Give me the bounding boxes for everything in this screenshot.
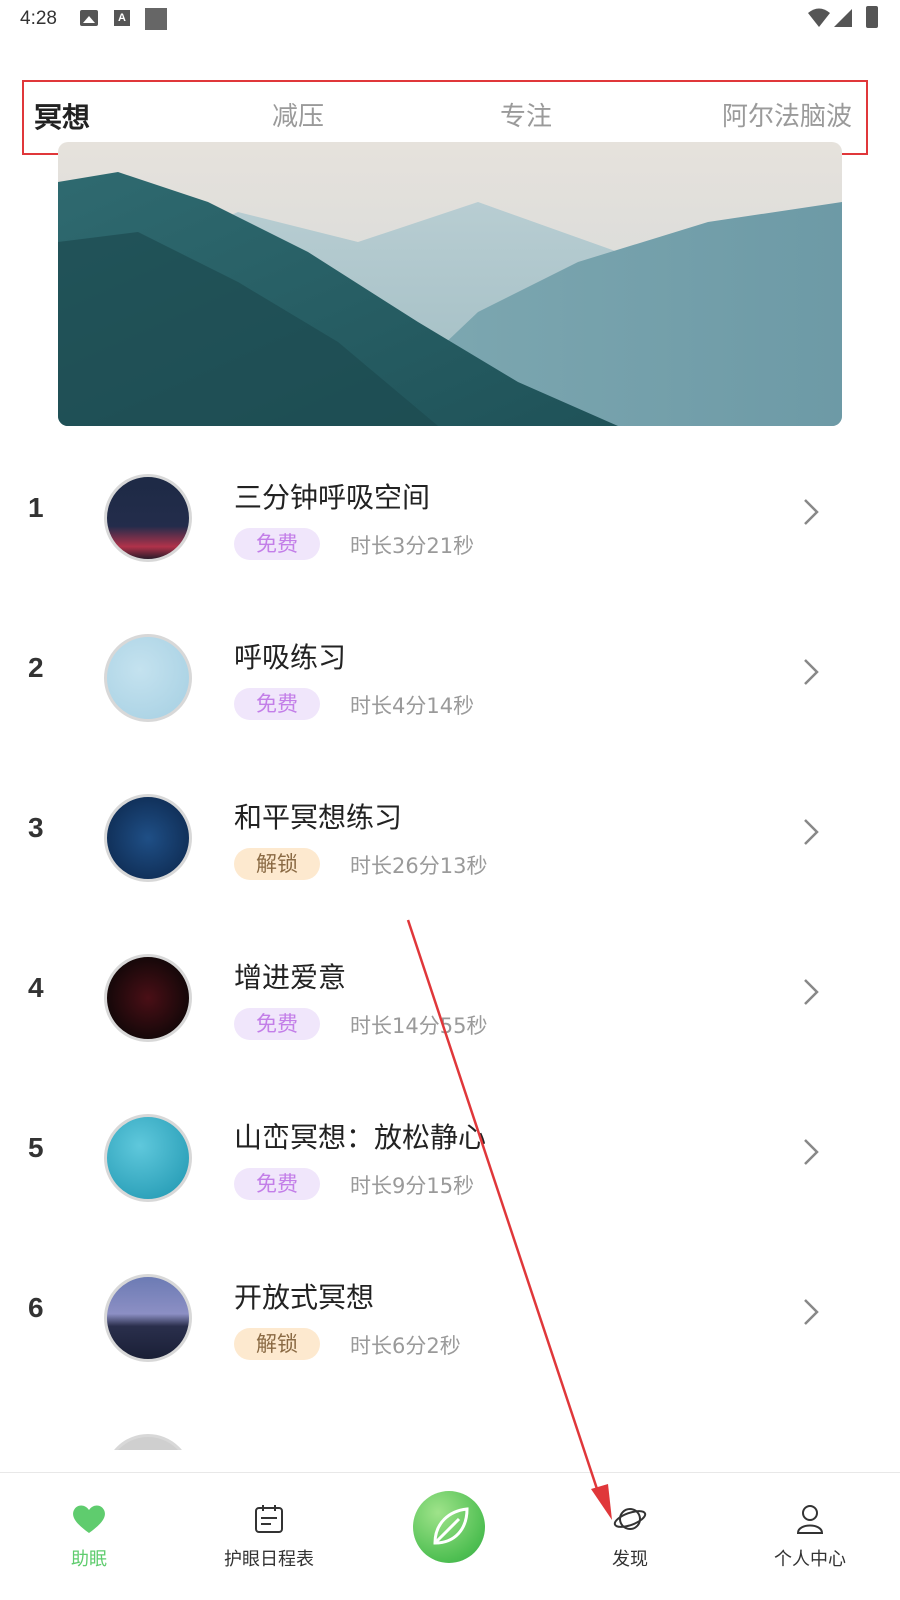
item-title: 三分钟呼吸空间 — [234, 481, 431, 514]
item-title: 增进爱意 — [234, 961, 347, 994]
thumbnail — [104, 1274, 192, 1362]
duration-text: 时长3分21秒 — [350, 534, 475, 558]
duration-text: 时长14分55秒 — [350, 1014, 488, 1038]
list-item[interactable]: 4 增进爱意 免费 时长14分55秒 — [0, 920, 900, 1080]
list-item[interactable]: 2 呼吸练习 免费 时长4分14秒 — [0, 600, 900, 760]
list-item-partial[interactable] — [0, 1400, 900, 1450]
status-badge: 免费 — [234, 528, 320, 560]
banner-image[interactable] — [58, 142, 842, 426]
battery-icon — [866, 6, 878, 28]
nav-eye-care-schedule[interactable]: 护眼日程表 — [204, 1503, 334, 1571]
forest-mountain-image — [58, 142, 842, 426]
list-item[interactable]: 1 三分钟呼吸空间 免费 时长3分21秒 — [0, 440, 900, 600]
rank-number: 2 — [28, 652, 44, 683]
nav-discover[interactable]: 发现 — [565, 1503, 695, 1571]
cell-signal-icon — [834, 9, 852, 27]
tab-alpha-waves[interactable]: 阿尔法脑波 — [722, 96, 852, 133]
rank-number: 1 — [28, 492, 44, 523]
nav-label: 助眠 — [71, 1549, 107, 1570]
list-item[interactable]: 3 和平冥想练习 解锁 时长26分13秒 — [0, 760, 900, 920]
thumbnail — [104, 794, 192, 882]
nav-label: 护眼日程表 — [224, 1549, 314, 1570]
thumbnail — [104, 954, 192, 1042]
tab-meditation[interactable]: 冥想 — [34, 96, 90, 136]
chevron-right-icon — [804, 659, 819, 685]
status-bar: 4:28 A — [0, 0, 900, 40]
nav-label: 发现 — [612, 1549, 648, 1570]
chevron-right-icon — [804, 1299, 819, 1325]
tab-focus[interactable]: 专注 — [500, 96, 552, 133]
duration-text: 时长9分15秒 — [350, 1174, 475, 1198]
thumbnail — [104, 474, 192, 562]
thumbnail — [104, 1434, 192, 1450]
chevron-right-icon — [804, 979, 819, 1005]
tab-stress-relief[interactable]: 减压 — [272, 96, 324, 133]
person-icon — [796, 1505, 824, 1534]
chevron-right-icon — [804, 819, 819, 845]
status-time: 4:28 — [20, 8, 57, 29]
chevron-right-icon — [804, 499, 819, 525]
status-badge: 解锁 — [234, 1328, 320, 1360]
thumbnail — [104, 1114, 192, 1202]
rank-number: 3 — [28, 812, 44, 843]
nav-sleep[interactable]: 助眠 — [24, 1503, 154, 1571]
status-badge: 免费 — [234, 1168, 320, 1200]
nav-profile[interactable]: 个人中心 — [745, 1503, 875, 1571]
list-item[interactable]: 6 开放式冥想 解锁 时长6分2秒 — [0, 1240, 900, 1400]
duration-text: 时长26分13秒 — [350, 854, 488, 878]
duration-text: 时长4分14秒 — [350, 694, 475, 718]
duration-text: 时长6分2秒 — [350, 1334, 461, 1358]
chevron-right-icon — [804, 1139, 819, 1165]
wifi-icon — [808, 8, 830, 27]
image-icon — [80, 10, 98, 26]
item-title: 开放式冥想 — [234, 1281, 375, 1314]
meditation-list: 1 三分钟呼吸空间 免费 时长3分21秒 2 呼吸练习 免费 时长4分14秒 3… — [0, 440, 900, 1450]
rank-number: 6 — [28, 1292, 44, 1323]
center-leaf-button[interactable] — [413, 1491, 485, 1563]
nav-label: 个人中心 — [774, 1549, 846, 1570]
square-icon — [145, 8, 167, 30]
thumbnail — [104, 634, 192, 722]
leaf-icon — [433, 1507, 469, 1545]
status-badge: 免费 — [234, 1008, 320, 1040]
rank-number: 5 — [28, 1132, 44, 1163]
status-badge: 免费 — [234, 688, 320, 720]
heart-icon — [73, 1505, 105, 1533]
a-icon: A — [114, 10, 130, 26]
item-title: 呼吸练习 — [234, 641, 347, 674]
calendar-icon — [255, 1505, 283, 1533]
bottom-navigation: 助眠 护眼日程表 发现 个人中心 — [0, 1472, 900, 1600]
list-item[interactable]: 5 山峦冥想：放松静心 免费 时长9分15秒 — [0, 1080, 900, 1240]
rank-number: 4 — [28, 972, 44, 1003]
item-title: 山峦冥想：放松静心 — [234, 1121, 487, 1154]
item-title: 和平冥想练习 — [234, 801, 403, 834]
planet-icon — [613, 1508, 647, 1530]
status-badge: 解锁 — [234, 848, 320, 880]
